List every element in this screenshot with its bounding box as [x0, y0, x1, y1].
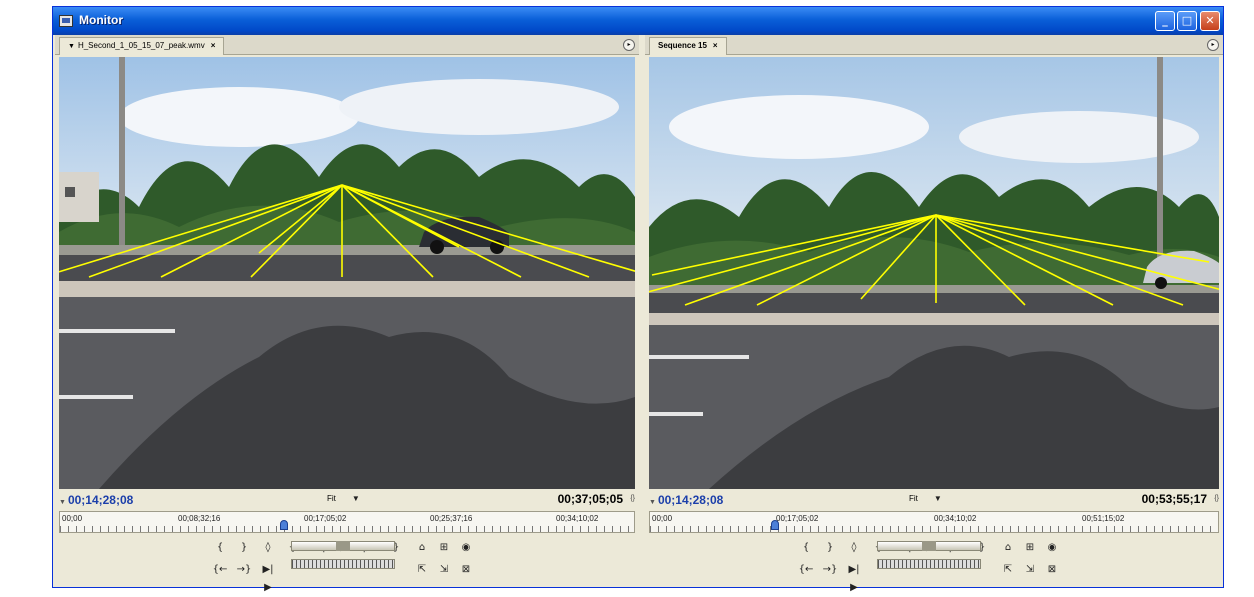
- mark-out-button[interactable]: }: [235, 539, 253, 557]
- loop-button[interactable]: ⌂: [999, 539, 1017, 557]
- go-to-previous-edit-button[interactable]: {←: [797, 561, 815, 579]
- lift-button[interactable]: ⇱: [999, 561, 1017, 579]
- shuttle-slider[interactable]: [877, 541, 981, 551]
- source-tab[interactable]: ▼ H_Second_1_05_15_07_peak.wmv ×: [59, 37, 225, 55]
- program-panel-menu-icon[interactable]: ▸: [1207, 39, 1219, 51]
- loop-button[interactable]: ⌂: [413, 539, 431, 557]
- source-info-bar: ▼ 00;14;28;08 Fit ▼ 00;37;05;05 {}: [59, 491, 635, 509]
- ruler-label: 00;00: [652, 514, 673, 523]
- set-marker-button[interactable]: ◊: [845, 539, 863, 557]
- shuttle-knob[interactable]: [922, 541, 936, 551]
- timecode-menu-icon[interactable]: ▼: [649, 499, 656, 506]
- jog-wheel[interactable]: [877, 559, 981, 569]
- safe-margins-button[interactable]: ⊞: [1021, 539, 1039, 557]
- output-button[interactable]: ◉: [1043, 539, 1061, 557]
- source-tab-bar: ▼ H_Second_1_05_15_07_peak.wmv × ▸: [55, 35, 639, 55]
- ruler-label: 00;25;37;16: [430, 514, 473, 523]
- tab-dropdown-icon[interactable]: ▼: [68, 43, 75, 50]
- shuttle-slider[interactable]: [291, 541, 395, 551]
- maximize-icon[interactable]: □: [1177, 11, 1197, 31]
- duration-bracket-icon: {}: [630, 495, 635, 502]
- title-bar[interactable]: Monitor _ □ ✕: [53, 7, 1223, 35]
- program-frame-image: [649, 57, 1219, 489]
- insert-button[interactable]: ⇱: [413, 561, 431, 579]
- ruler-label: 00;17;05;02: [776, 514, 819, 523]
- program-current-timecode[interactable]: ▼ 00;14;28;08: [649, 493, 723, 507]
- play-in-to-out-button[interactable]: ▶|▶: [259, 561, 277, 593]
- mark-in-button[interactable]: {: [797, 539, 815, 557]
- mark-in-button[interactable]: {: [211, 539, 229, 557]
- source-monitor-panel: ▼ H_Second_1_05_15_07_peak.wmv × ▸ ▼ 00;…: [55, 35, 639, 593]
- program-info-bar: ▼ 00;14;28;08 Fit ▼ 00;53;55;17 {}: [649, 491, 1219, 509]
- program-video-frame[interactable]: [649, 57, 1219, 489]
- ruler-ticks: [650, 526, 1218, 532]
- source-tab-label: H_Second_1_05_15_07_peak.wmv: [77, 41, 205, 50]
- program-transport-controls: { } ◊ {← ◀| ▶ |▶ →} ⌂ ⊞ ◉ {← →} ▶|▶ ⇱ ⇲ …: [791, 537, 1091, 593]
- source-playhead[interactable]: [279, 520, 288, 530]
- ruler-label: 00;17;05;02: [304, 514, 347, 523]
- zoom-dropdown-icon[interactable]: ▼: [934, 494, 942, 503]
- close-icon[interactable]: ✕: [1200, 11, 1220, 31]
- monitor-window: Monitor _ □ ✕ ▼ H_Second_1_05_15_07_peak.…: [52, 6, 1224, 593]
- program-time-ruler[interactable]: 00;00 00;17;05;02 00;34;10;02 00;51;15;0…: [649, 511, 1219, 533]
- program-duration-timecode: 00;53;55;17: [1141, 492, 1207, 506]
- source-tab-close-icon[interactable]: ×: [211, 41, 216, 50]
- safe-margins-button[interactable]: ⊞: [435, 539, 453, 557]
- set-marker-button[interactable]: ◊: [259, 539, 277, 557]
- play-in-to-out-button[interactable]: ▶|▶: [845, 561, 863, 593]
- program-playhead[interactable]: [770, 520, 779, 530]
- shuttle-knob[interactable]: [336, 541, 350, 551]
- zoom-dropdown-icon[interactable]: ▼: [352, 494, 360, 503]
- go-to-previous-marker-button[interactable]: {←: [211, 561, 229, 579]
- ruler-label: 00;34;10;02: [556, 514, 599, 523]
- output-button[interactable]: ◉: [457, 539, 475, 557]
- program-tab-label: Sequence 15: [658, 41, 707, 50]
- timecode-menu-icon[interactable]: ▼: [59, 499, 66, 506]
- source-duration-timecode: 00;37;05;05: [557, 492, 623, 506]
- ruler-label: 00;08;32;16: [178, 514, 221, 523]
- program-tab-close-icon[interactable]: ×: [713, 41, 718, 50]
- source-video-frame[interactable]: [59, 57, 635, 489]
- minimize-icon[interactable]: _: [1155, 11, 1175, 31]
- source-zoom-select[interactable]: Fit ▼: [327, 494, 360, 503]
- source-time-ruler[interactable]: 00;00 00;08;32;16 00;17;05;02 00;25;37;1…: [59, 511, 635, 533]
- mark-out-button[interactable]: }: [821, 539, 839, 557]
- trim-button[interactable]: ⊠: [1043, 561, 1061, 579]
- monitor-app-icon: [59, 15, 73, 27]
- duration-bracket-icon: {}: [1214, 495, 1219, 502]
- source-frame-image: [59, 57, 635, 489]
- source-current-timecode[interactable]: ▼ 00;14;28;08: [59, 493, 133, 507]
- go-to-next-edit-button[interactable]: →}: [821, 561, 839, 579]
- ruler-label: 00;34;10;02: [934, 514, 977, 523]
- go-to-next-marker-button[interactable]: →}: [235, 561, 253, 579]
- source-transport-controls: { } ◊ {← ◀| ▶ |▶ →} ⌂ ⊞ ◉ {← →} ▶|▶ ⇱ ⇲ …: [205, 537, 505, 593]
- program-zoom-select[interactable]: Fit ▼: [909, 494, 942, 503]
- program-tab-bar: Sequence 15 × ▸: [645, 35, 1223, 55]
- ruler-label: 00;51;15;02: [1082, 514, 1125, 523]
- program-monitor-panel: Sequence 15 × ▸ ▼ 00;14;28;08 Fit ▼ 00;5…: [645, 35, 1223, 593]
- window-title: Monitor: [79, 13, 123, 27]
- extract-button[interactable]: ⇲: [1021, 561, 1039, 579]
- overlay-button[interactable]: ⇲: [435, 561, 453, 579]
- source-panel-menu-icon[interactable]: ▸: [623, 39, 635, 51]
- ruler-ticks: [60, 526, 634, 532]
- toggle-take-button[interactable]: ⊠: [457, 561, 475, 579]
- ruler-label: 00;00: [62, 514, 83, 523]
- program-tab[interactable]: Sequence 15 ×: [649, 37, 727, 55]
- jog-wheel[interactable]: [291, 559, 395, 569]
